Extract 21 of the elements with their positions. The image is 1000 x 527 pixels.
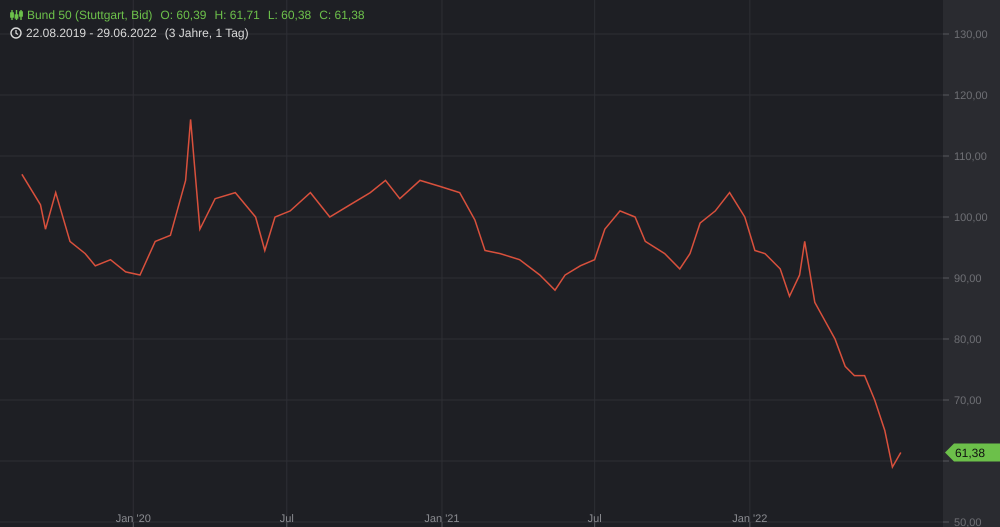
axis-label: Jan '22 — [732, 513, 768, 525]
clock-icon — [10, 27, 22, 39]
axis-label: 130,00 — [954, 29, 988, 41]
axis-label: Jul — [280, 513, 294, 525]
axis-label: 110,00 — [954, 151, 987, 163]
axis-label: 100,00 — [954, 212, 988, 224]
axis-label: Jan '20 — [116, 513, 151, 525]
price-value: H: 61,71 — [214, 7, 260, 24]
axis-label: Jul — [588, 513, 602, 525]
price-value: L: 60,38 — [268, 7, 312, 24]
axis-label: Jan '21 — [424, 513, 460, 525]
indicator-icon — [10, 9, 23, 21]
duration-text: (3 Jahre, 1 Tag) — [164, 25, 249, 42]
date-range: 22.08.2019 - 29.06.2022 — [26, 25, 157, 42]
axis-label: 90,00 — [954, 273, 982, 285]
instrument-name: Bund 50 (Stuttgart, Bid) — [27, 7, 152, 24]
price-value: C: 61,38 — [319, 7, 365, 24]
axis-label: 70,00 — [954, 395, 982, 407]
price-value: O: 60,39 — [160, 7, 206, 24]
axis-label: 120,00 — [954, 90, 988, 102]
axis-label: 80,00 — [954, 334, 982, 346]
